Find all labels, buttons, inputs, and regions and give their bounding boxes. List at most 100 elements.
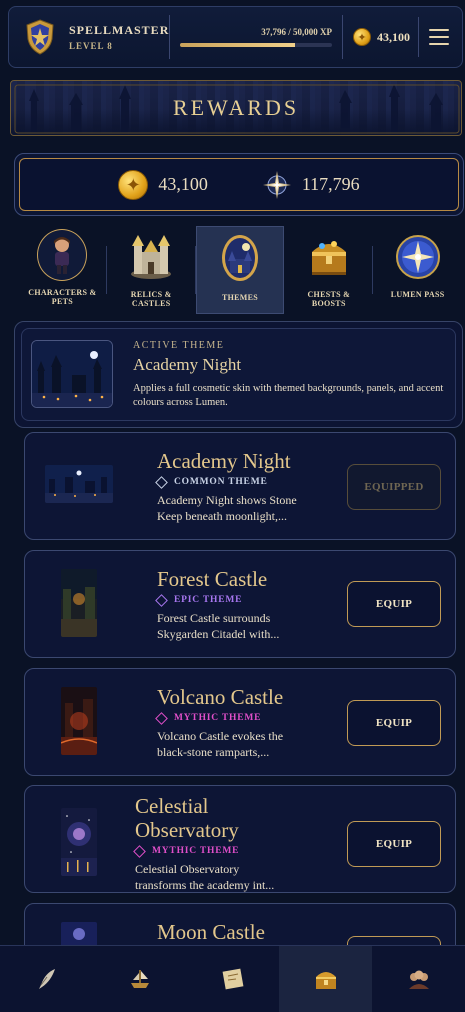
equipped-button[interactable]: EQUIPPED xyxy=(347,464,441,510)
lumen-balance: 117,796 xyxy=(262,170,360,200)
bottom-navigation xyxy=(0,945,465,1012)
theme-title: Forest Castle xyxy=(157,567,268,591)
xp-progress: 37,796 / 50,000 XP xyxy=(180,27,332,47)
xp-bar-fill xyxy=(180,43,295,47)
tab-label: BOOSTS xyxy=(311,299,346,308)
player-level: LEVEL 8 xyxy=(69,41,113,51)
tab-label: RELICS & xyxy=(130,290,172,299)
nav-treasure-chest[interactable] xyxy=(279,946,372,1012)
rewards-banner: REWARDS xyxy=(10,80,462,136)
theme-card: Volcano Castle MYTHIC THEME Volcano Cast… xyxy=(24,668,456,776)
title-line: Observatory xyxy=(135,818,239,842)
divider xyxy=(418,17,419,57)
theme-thumbnail xyxy=(61,808,97,876)
rarity-label: COMMON THEME xyxy=(174,477,268,487)
coin-amount: 43,100 xyxy=(158,174,208,194)
description-line: Volcano Castle evokes the xyxy=(157,729,284,743)
active-theme-label: ACTIVE THEME xyxy=(133,340,225,351)
theme-castle-icon xyxy=(221,235,258,281)
category-tabs: CHARACTERS & PETS RELICS & CASTLES THEME… xyxy=(18,226,462,314)
rarity-label: MYTHIC THEME xyxy=(174,713,262,723)
nav-scroll-map[interactable] xyxy=(186,946,279,1012)
description-line: Keep beneath moonlight,... xyxy=(157,509,287,523)
theme-rarity: EPIC THEME xyxy=(155,593,243,607)
chest-icon xyxy=(311,241,346,275)
hamburger-menu-icon[interactable] xyxy=(429,29,449,45)
theme-card: Celestial Observatory MYTHIC THEME Celes… xyxy=(24,785,456,893)
scroll-map-icon xyxy=(222,968,243,990)
equip-button[interactable]: EQUIP xyxy=(347,581,441,627)
theme-rarity: MYTHIC THEME xyxy=(155,711,262,725)
character-icon xyxy=(37,229,88,281)
gold-coin-icon xyxy=(118,169,149,200)
tab-label: PETS xyxy=(51,297,73,306)
ship-icon xyxy=(130,970,149,988)
active-theme-panel: ACTIVE THEME Academy Night Applies a ful… xyxy=(14,321,463,428)
active-theme-thumbnail xyxy=(31,340,113,408)
theme-card: Academy Night COMMON THEME Academy Night… xyxy=(24,432,456,540)
description-line: Forest Castle surrounds xyxy=(157,611,271,625)
theme-card: Forest Castle EPIC THEME Forest Castle s… xyxy=(24,550,456,658)
theme-title: Academy Night xyxy=(157,449,291,473)
tab-characters-pets[interactable]: CHARACTERS & PETS xyxy=(18,226,107,314)
theme-thumbnail xyxy=(61,687,97,755)
nav-quill[interactable] xyxy=(0,946,93,1012)
castle-icon xyxy=(131,235,172,279)
active-theme-title: Academy Night xyxy=(133,355,242,374)
rarity-label: MYTHIC THEME xyxy=(152,846,240,856)
theme-rarity: MYTHIC THEME xyxy=(133,844,240,858)
theme-description: Celestial Observatory transforms the aca… xyxy=(135,861,325,893)
tab-themes[interactable]: THEMES xyxy=(195,226,285,314)
title-line: Celestial xyxy=(135,794,209,818)
equip-button[interactable]: EQUIP xyxy=(347,821,441,867)
divider xyxy=(342,15,343,59)
xp-bar xyxy=(180,43,332,47)
equip-button[interactable]: EQUIP xyxy=(347,700,441,746)
description-line: Skygarden Citadel with... xyxy=(157,627,280,641)
tab-label: THEMES xyxy=(221,293,258,302)
treasure-chest-icon xyxy=(315,972,336,989)
theme-description: Volcano Castle evokes the black-stone ra… xyxy=(157,728,327,760)
theme-rarity: COMMON THEME xyxy=(155,475,268,489)
theme-title: Moon Castle xyxy=(157,920,265,944)
tab-label: CASTLES xyxy=(131,299,171,308)
description-line: black-stone ramparts,... xyxy=(157,745,270,759)
theme-thumbnail xyxy=(45,465,113,503)
description-line: Celestial Observatory xyxy=(135,862,240,876)
gold-coin-icon xyxy=(353,28,371,46)
active-theme-description: Applies a full cosmetic skin with themed… xyxy=(133,383,444,408)
theme-description: Forest Castle surrounds Skygarden Citade… xyxy=(157,610,327,642)
divider xyxy=(169,15,170,59)
tab-label: LUMEN PASS xyxy=(390,290,445,299)
lumen-pass-icon xyxy=(395,235,440,279)
quill-icon xyxy=(38,969,55,989)
shield-crest-icon[interactable] xyxy=(25,19,55,55)
diamond-icon xyxy=(155,593,168,607)
theme-description: Academy Night shows Stone Keep beneath m… xyxy=(157,492,327,524)
theme-thumbnail xyxy=(61,569,97,637)
lumen-amount: 117,796 xyxy=(301,174,360,194)
tab-label: CHESTS & xyxy=(307,290,351,299)
xp-text: 37,796 / 50,000 XP xyxy=(261,27,332,37)
diamond-icon xyxy=(133,844,146,858)
lumen-star-icon xyxy=(262,170,291,199)
description-line: Academy Night shows Stone xyxy=(157,493,297,507)
player-name: SPELLMASTER xyxy=(69,23,170,37)
tab-relics-castles[interactable]: RELICS & CASTLES xyxy=(107,226,196,314)
tab-lumen-pass[interactable]: LUMEN PASS xyxy=(373,226,462,314)
player-info: SPELLMASTER LEVEL 8 xyxy=(69,23,169,51)
nav-friends[interactable] xyxy=(372,946,465,1012)
friends-group-icon xyxy=(408,970,429,989)
tab-chests-boosts[interactable]: CHESTS & BOOSTS xyxy=(284,226,374,314)
currency-panel: 43,100 117,796 xyxy=(14,153,464,216)
tab-label: CHARACTERS & xyxy=(28,288,97,297)
diamond-icon xyxy=(155,711,168,725)
coin-balance: 43,100 xyxy=(118,169,208,200)
page-title: REWARDS xyxy=(172,95,300,120)
description-line: transforms the academy int... xyxy=(135,878,275,892)
nav-ship[interactable] xyxy=(93,946,186,1012)
header-coin-count: 43,100 xyxy=(377,29,410,44)
top-bar: SPELLMASTER LEVEL 8 37,796 / 50,000 XP 4… xyxy=(8,6,463,68)
rarity-label: EPIC THEME xyxy=(174,595,243,605)
theme-title: Volcano Castle xyxy=(157,685,284,709)
